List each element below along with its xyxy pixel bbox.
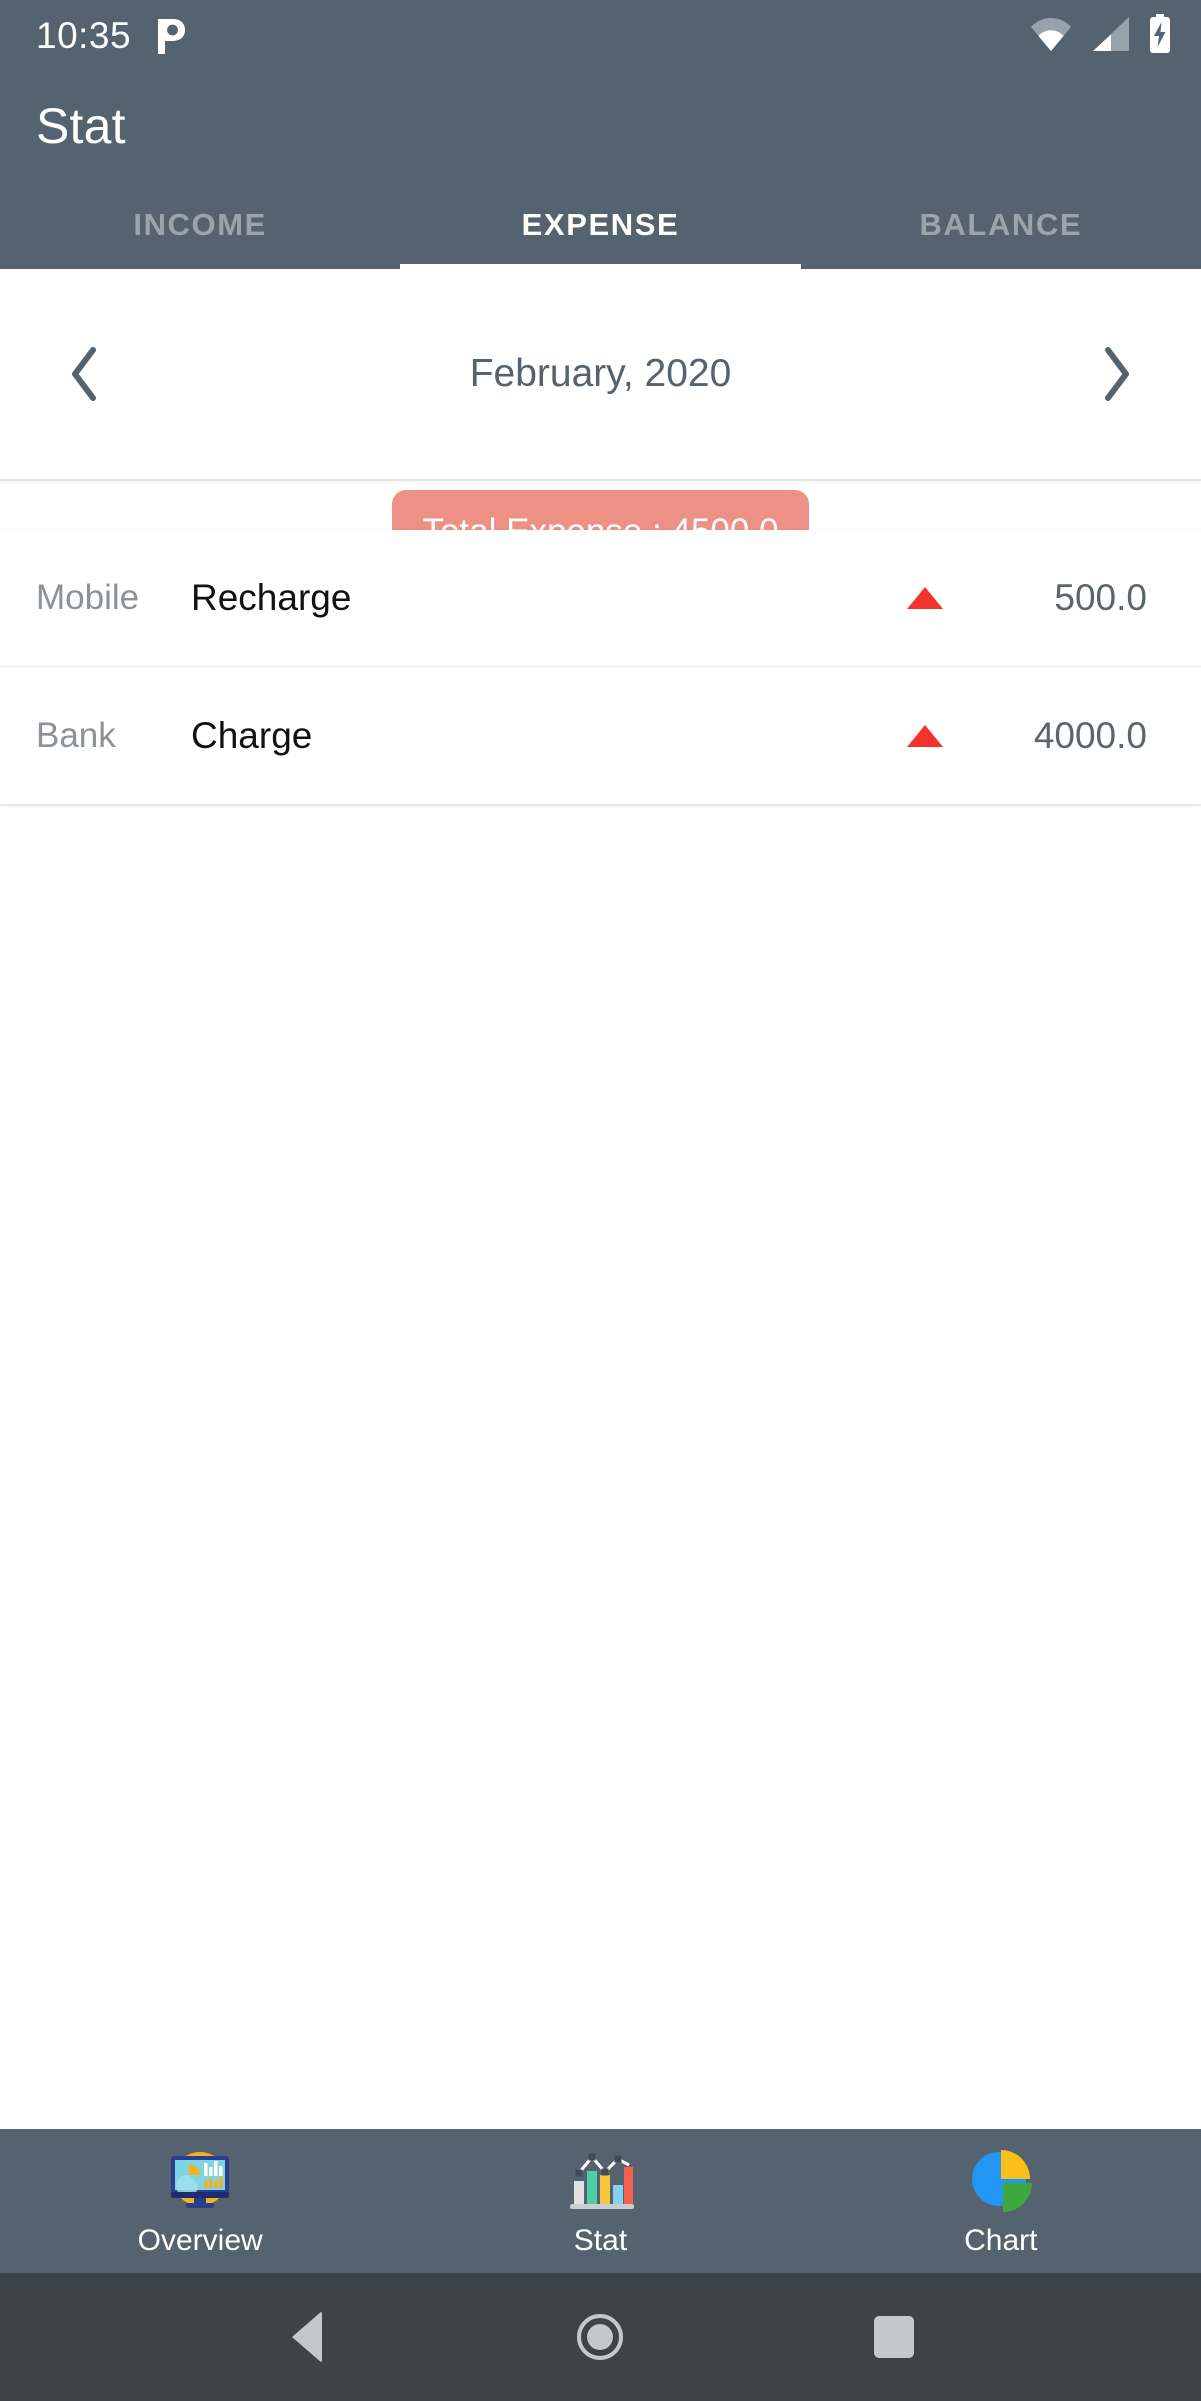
dashboard-monitor-icon	[161, 2144, 239, 2214]
tab-bar: INCOME EXPENSE BALANCE	[0, 180, 1201, 269]
table-row[interactable]: Mobile Recharge 500.0	[0, 530, 1201, 667]
app-bar: Stat	[0, 72, 1201, 180]
battery-charging-icon	[1147, 13, 1173, 59]
row-amount: 4000.0	[1033, 714, 1147, 756]
cellular-signal-icon	[1089, 15, 1131, 58]
pie-chart-icon	[962, 2144, 1040, 2214]
row-amount: 500.0	[1054, 577, 1147, 618]
bottom-navigation: Overview Stat Chart	[0, 2129, 1201, 2273]
phone-screen: 10:35 Stat INCOME EXPENSE BALANCE Februa…	[0, 0, 1201, 2401]
nav-item-chart[interactable]: Chart	[801, 2144, 1201, 2258]
chevron-left-icon	[72, 347, 96, 401]
home-circle-icon[interactable]	[552, 2289, 648, 2385]
row-subcategory: Charge	[191, 714, 313, 756]
row-category: Bank	[36, 715, 116, 755]
tab-balance-label: BALANCE	[919, 206, 1083, 242]
status-bar-clock: 10:35	[36, 15, 132, 56]
tab-expense-label: EXPENSE	[521, 206, 680, 242]
nav-item-stat-label: Stat	[573, 2224, 628, 2257]
nav-item-chart-label: Chart	[964, 2224, 1038, 2257]
month-selector: February, 2020	[0, 269, 1201, 481]
nav-item-overview[interactable]: Overview	[0, 2144, 400, 2258]
nav-item-overview-label: Overview	[137, 2224, 263, 2257]
next-month-button[interactable]	[1079, 337, 1153, 411]
recents-square-icon[interactable]	[846, 2289, 942, 2385]
month-label: February, 2020	[469, 352, 732, 395]
status-bar: 10:35	[0, 0, 1201, 72]
tab-income[interactable]: INCOME	[0, 180, 400, 269]
chevron-right-icon	[1105, 347, 1129, 401]
status-bar-icons	[1029, 13, 1173, 59]
page-title: Stat	[36, 98, 126, 154]
system-navigation-bar	[0, 2273, 1201, 2401]
row-subcategory: Recharge	[191, 577, 352, 618]
expense-list: Mobile Recharge 500.0 Bank Charge 4000.0	[0, 530, 1201, 805]
back-triangle-icon[interactable]	[259, 2289, 355, 2385]
triangle-up-icon	[865, 587, 985, 609]
bar-chart-line-icon	[561, 2144, 639, 2214]
tab-balance[interactable]: BALANCE	[801, 180, 1201, 269]
tab-expense[interactable]: EXPENSE	[400, 180, 801, 269]
content-area: February, 2020 Total Expense : 4500.0 Mo…	[0, 269, 1201, 2129]
triangle-up-icon	[865, 724, 985, 747]
nav-item-stat[interactable]: Stat	[400, 2144, 800, 2258]
wifi-icon	[1029, 15, 1073, 58]
row-category: Mobile	[36, 578, 140, 617]
prev-month-button[interactable]	[48, 337, 122, 411]
app-letter-p-icon	[153, 16, 187, 56]
table-row[interactable]: Bank Charge 4000.0	[0, 667, 1201, 804]
tab-income-label: INCOME	[133, 206, 267, 242]
